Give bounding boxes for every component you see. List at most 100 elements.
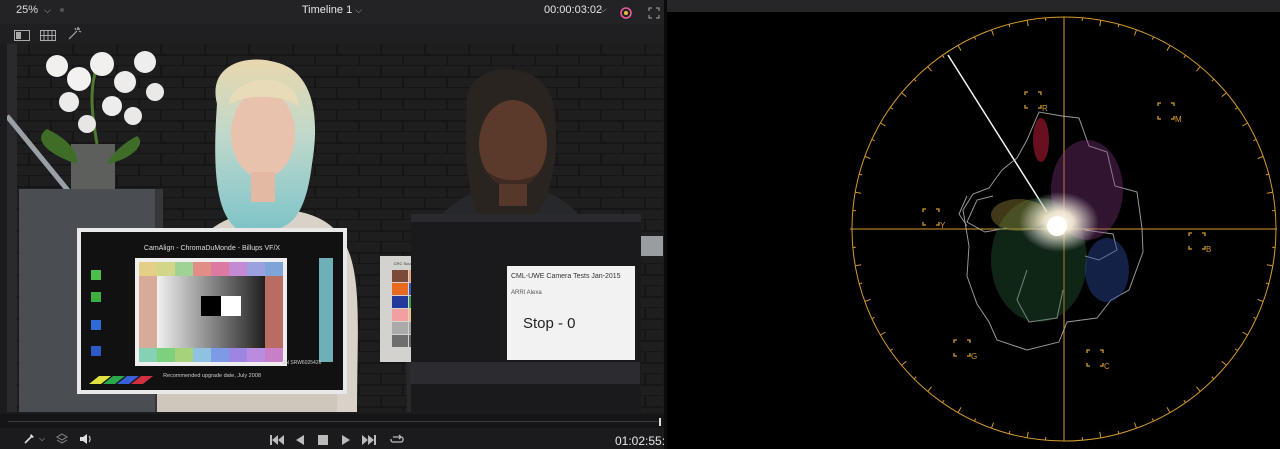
graticule-tick	[957, 407, 962, 413]
color-wheel-icon[interactable]	[620, 6, 632, 19]
fullscreen-icon[interactable]	[648, 6, 660, 19]
graticule-tick	[1234, 106, 1238, 110]
transport-bar: ⌵	[0, 430, 664, 449]
graticule-tick	[1151, 418, 1155, 422]
chevron-down-icon: ⌵	[44, 5, 51, 15]
graticule-tick	[1026, 431, 1029, 438]
graticule-tick	[864, 156, 871, 160]
current-timecode: 01:02:55:	[615, 434, 666, 448]
color-patch	[392, 296, 408, 308]
graticule-tick	[1099, 431, 1102, 438]
graticule-tick	[941, 399, 945, 403]
graticule-tick	[1253, 316, 1257, 320]
skip-to-end-icon[interactable]	[362, 434, 376, 448]
target-label-b: B	[1206, 245, 1211, 254]
slate-title: CML-UWE Camera Tests Jan-2015	[511, 273, 621, 280]
graticule-tick	[1166, 45, 1171, 51]
stop-icon[interactable]	[318, 434, 328, 448]
single-viewer-icon[interactable]	[14, 28, 30, 41]
graticule-tick	[1257, 156, 1264, 160]
video-frame[interactable]: CamAlign - ChromaDuMonde - Billups VF/X	[7, 44, 663, 412]
graticule-tick	[1117, 24, 1120, 28]
graticule-tick	[871, 316, 875, 320]
graticule-tick	[1183, 399, 1187, 403]
slate-stop: Stop - 0	[523, 315, 576, 332]
speaker-icon[interactable]	[79, 433, 93, 448]
target-box-r	[1024, 91, 1042, 109]
eyedropper-icon[interactable]	[24, 432, 36, 447]
timecode-display[interactable]: 00:00:03:02	[544, 4, 602, 16]
slate: CML-UWE Camera Tests Jan-2015 ARRI Alexa…	[507, 266, 635, 360]
graticule-tick	[973, 418, 977, 422]
graticule-tick	[1026, 20, 1029, 27]
graticule-tick	[864, 298, 871, 302]
slate-camera: ARRI Alexa	[511, 290, 542, 296]
graticule-tick	[855, 264, 862, 267]
chart-left-footer: Recommended upgrade date, July 2008	[163, 373, 261, 379]
graticule-tick	[1183, 55, 1187, 59]
chart-left-serial: SN SRW6025426	[282, 360, 322, 366]
playhead[interactable]	[659, 418, 661, 426]
target-label-m: M	[1175, 115, 1182, 124]
skin-tone-line	[947, 54, 1048, 213]
target-box-c	[1086, 349, 1104, 367]
graticule-tick	[1133, 422, 1137, 429]
divider-icon	[60, 8, 64, 12]
target-box-b	[1188, 232, 1206, 250]
timeline-title: Timeline 1	[301, 4, 353, 16]
color-patch	[392, 322, 408, 334]
graticule-tick	[957, 45, 962, 51]
graticule-tick	[1117, 430, 1120, 434]
graticule-tick	[1242, 331, 1248, 336]
graticule-tick	[1266, 191, 1273, 194]
chevron-down-icon: ⌵	[355, 5, 363, 15]
graticule-tick	[991, 29, 995, 36]
color-patch	[392, 283, 408, 295]
play-icon[interactable]	[342, 434, 350, 448]
skip-to-start-icon[interactable]	[270, 434, 284, 448]
graticule-tick	[1166, 407, 1171, 413]
graticule-tick	[1008, 430, 1011, 434]
layers-icon[interactable]	[56, 433, 68, 448]
graticule-tick	[1133, 29, 1137, 36]
graticule-tick	[913, 376, 917, 380]
graticule-tick	[1151, 36, 1155, 40]
target-label-c: C	[1104, 362, 1110, 371]
graticule-tick	[1211, 78, 1215, 82]
target-label-y: Y	[940, 221, 946, 230]
graticule-tick	[927, 66, 932, 72]
graticule-tick	[1221, 92, 1227, 97]
color-patch	[392, 270, 408, 282]
graticule-tick	[1257, 298, 1264, 302]
grid-view-icon[interactable]	[40, 28, 56, 41]
viewer-header: 25% ⌵ Timeline 1 ⌵ 00:00:03:02 ⌵	[0, 0, 664, 25]
graticule-tick	[1265, 173, 1269, 176]
scrubber-track[interactable]	[8, 421, 658, 422]
graticule-tick	[880, 122, 886, 127]
chevron-down-icon[interactable]: ⌵	[39, 434, 45, 444]
chevron-down-icon[interactable]: ⌵	[600, 4, 607, 15]
vectorscope: R M B C G Y	[850, 16, 1277, 442]
loop-icon[interactable]	[390, 433, 404, 448]
viewer-panel: 25% ⌵ Timeline 1 ⌵ 00:00:03:02 ⌵ CamAlig…	[0, 0, 666, 449]
graticule-tick	[880, 331, 886, 336]
graticule-tick	[871, 138, 875, 142]
graticule-tick	[859, 282, 863, 285]
graticule-tick	[890, 348, 894, 352]
graticule-tick	[1221, 361, 1227, 366]
graticule-tick	[927, 386, 932, 392]
target-box-g	[953, 339, 971, 357]
play-reverse-icon[interactable]	[296, 434, 304, 448]
graticule-tick	[1253, 138, 1257, 142]
timeline-selector[interactable]: Timeline 1 ⌵	[302, 4, 362, 16]
graticule-tick	[1242, 122, 1248, 127]
zoom-dropdown[interactable]: 25% ⌵	[16, 4, 51, 16]
scrubber-bar[interactable]	[0, 414, 664, 428]
target-label-r: R	[1042, 104, 1048, 113]
target-box-y	[922, 208, 940, 226]
graticule-tick	[855, 191, 862, 194]
color-patch	[392, 309, 408, 321]
graticule-tick	[1099, 20, 1102, 27]
magic-wand-icon[interactable]	[68, 27, 82, 40]
trace-glow	[991, 118, 1129, 322]
